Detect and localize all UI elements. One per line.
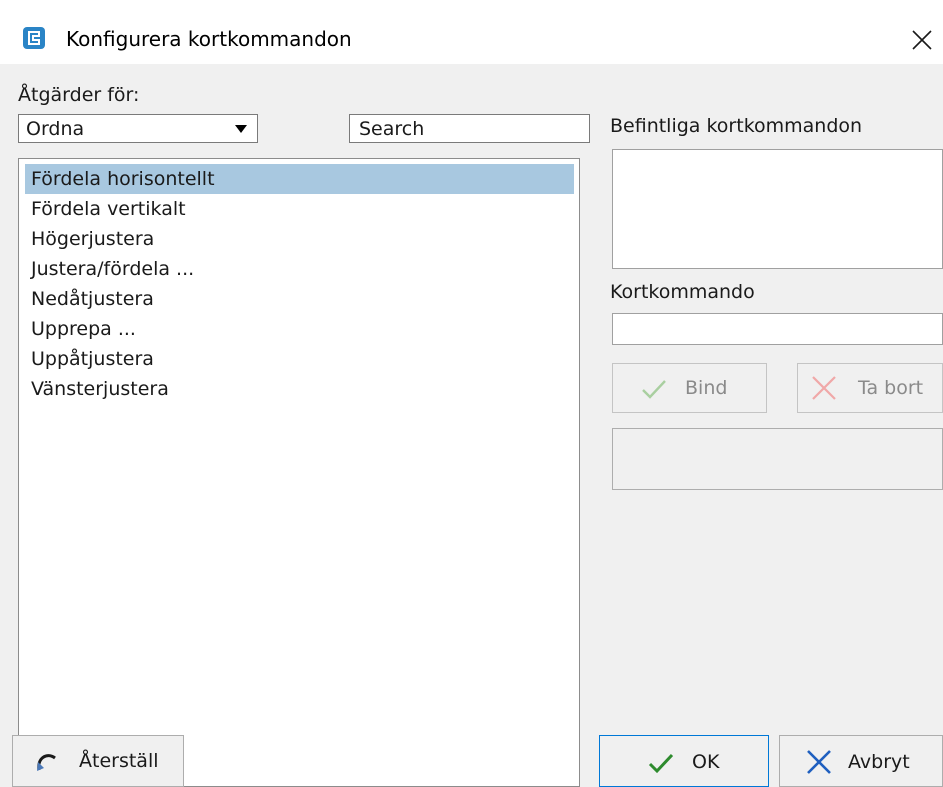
category-dropdown[interactable]: Ordna <box>18 114 258 143</box>
cancel-button-label: Avbryt <box>848 751 910 773</box>
shortcut-label: Kortkommando <box>610 281 755 303</box>
list-item[interactable]: Fördela horisontellt <box>25 164 574 194</box>
cancel-button[interactable]: Avbryt <box>779 735 943 787</box>
ok-button-label: OK <box>692 751 720 773</box>
bind-button-label: Bind <box>685 377 728 399</box>
remove-button-label: Ta bort <box>858 377 924 399</box>
title-bar: Konfigurera kortkommandon <box>0 0 943 64</box>
list-item[interactable]: Vänsterjustera <box>25 374 574 404</box>
actions-list[interactable]: Fördela horisontellt Fördela vertikalt H… <box>18 158 580 787</box>
list-item[interactable]: Högerjustera <box>25 224 574 254</box>
existing-shortcuts-label: Befintliga kortkommandon <box>610 115 863 137</box>
close-button[interactable] <box>905 20 943 58</box>
checkmark-icon <box>642 380 666 399</box>
list-item[interactable]: Justera/fördela ... <box>25 254 574 284</box>
cancel-x-icon <box>807 750 831 774</box>
app-logo-icon <box>23 27 45 49</box>
list-item[interactable]: Nedåtjustera <box>25 284 574 314</box>
chevron-down-icon <box>235 125 247 133</box>
ok-button[interactable]: OK <box>599 735 769 787</box>
bind-button[interactable]: Bind <box>612 363 767 413</box>
reset-button-label: Återställ <box>79 750 159 772</box>
actions-for-label: Åtgärder för: <box>18 84 140 106</box>
close-icon <box>912 30 932 50</box>
shortcut-input[interactable] <box>612 313 943 345</box>
remove-button[interactable]: Ta bort <box>797 363 943 413</box>
checkmark-icon <box>648 753 674 774</box>
undo-icon <box>37 754 56 771</box>
delete-x-icon <box>812 376 836 400</box>
status-box <box>612 428 943 490</box>
category-selected-value: Ordna <box>26 118 85 140</box>
existing-shortcuts-list[interactable] <box>612 149 943 269</box>
reset-button[interactable]: Återställ <box>12 735 184 787</box>
list-item[interactable]: Uppåtjustera <box>25 344 574 374</box>
list-item[interactable]: Upprepa ... <box>25 314 574 344</box>
window-title: Konfigurera kortkommandon <box>66 27 352 51</box>
list-item[interactable]: Fördela vertikalt <box>25 194 574 224</box>
search-input[interactable] <box>349 114 590 143</box>
